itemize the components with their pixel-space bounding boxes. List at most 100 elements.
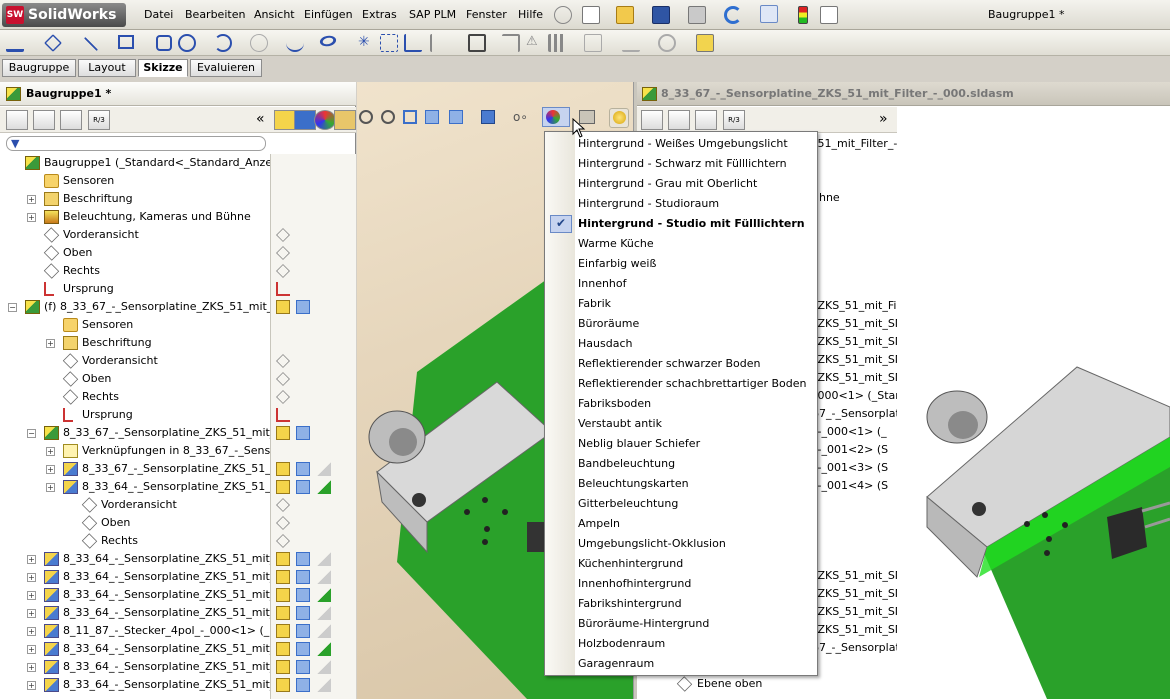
- menu-bearbeiten[interactable]: Bearbeiten: [185, 8, 245, 21]
- right-tree-item-label[interactable]: _-_001<4> (S: [812, 477, 888, 495]
- undo-icon[interactable]: [724, 6, 742, 24]
- expand-chevron-icon[interactable]: »: [879, 111, 888, 127]
- scene-menu-item[interactable]: Hausdach: [545, 334, 817, 354]
- appearance-display-icon[interactable]: [317, 678, 331, 692]
- tab-skizze[interactable]: Skizze: [138, 59, 188, 77]
- tree-row[interactable]: +8_33_64_-_Sensorplatine_ZKS_51_mit_SM: [0, 658, 270, 676]
- display-mode-icon[interactable]: [296, 570, 310, 584]
- display-tab-color-icon[interactable]: [314, 110, 336, 130]
- scene-menu-item[interactable]: Innenhof: [545, 274, 817, 294]
- display-manager-tab[interactable]: R/3: [723, 110, 745, 130]
- polygon-icon[interactable]: [156, 35, 172, 51]
- expand-icon[interactable]: +: [27, 213, 36, 222]
- scene-menu-item[interactable]: Verstaubt antik: [545, 414, 817, 434]
- tree-row[interactable]: Vorderansicht: [0, 352, 270, 370]
- right-tree-item-label[interactable]: _-_001<3> (S: [812, 459, 888, 477]
- appearance-display-icon[interactable]: [317, 642, 331, 656]
- tree-row[interactable]: Rechts: [0, 262, 270, 280]
- scene-menu-item[interactable]: Hintergrund - Schwarz mit Fülllichtern: [545, 154, 817, 174]
- expand-icon[interactable]: +: [46, 483, 55, 492]
- scene-menu-item[interactable]: Reflektierender schachbrettartiger Boden: [545, 374, 817, 394]
- right-tree-item-label[interactable]: 67_-_Sensorplati: [812, 405, 903, 423]
- scene-menu-item[interactable]: Büroräume-Hintergrund: [545, 614, 817, 634]
- repair-sketch-icon[interactable]: [622, 34, 640, 52]
- tree-row[interactable]: Ursprung: [0, 280, 270, 298]
- tree-row[interactable]: +8_33_64_-_Sensorplatine_ZKS_51_mit_SM: [0, 586, 270, 604]
- appearance-display-icon[interactable]: [317, 588, 331, 602]
- collapse-icon[interactable]: −: [27, 429, 36, 438]
- line-icon[interactable]: [83, 36, 99, 52]
- display-mode-icon[interactable]: [296, 300, 310, 314]
- ellipse-icon[interactable]: [317, 33, 339, 49]
- spline-icon[interactable]: [286, 34, 304, 52]
- graphics-area-right[interactable]: [897, 107, 1170, 699]
- expand-icon[interactable]: +: [27, 573, 36, 582]
- select-pointer-icon[interactable]: [760, 5, 778, 23]
- display-tab-display-style-icon[interactable]: [294, 110, 316, 130]
- tab-baugruppe[interactable]: Baugruppe: [2, 59, 76, 77]
- expand-icon[interactable]: +: [27, 645, 36, 654]
- tree-row[interactable]: +8_33_64_-_Sensorplatine_ZKS_51_mit_SM: [0, 568, 270, 586]
- menu-datei[interactable]: Datei: [144, 8, 173, 21]
- circle-icon[interactable]: [178, 34, 196, 52]
- scene-menu-item[interactable]: Fabriksboden: [545, 394, 817, 414]
- display-mode-icon[interactable]: [296, 480, 310, 494]
- tree-row[interactable]: − (f) 8_33_67_-_Sensorplatine_ZKS_51_mit_…: [0, 298, 270, 316]
- display-mode-icon[interactable]: [296, 588, 310, 602]
- tree-row[interactable]: Oben: [0, 244, 270, 262]
- appearance-display-icon[interactable]: [317, 606, 331, 620]
- scene-menu-item[interactable]: Einfarbig weiß: [545, 254, 817, 274]
- quick-snaps-icon[interactable]: [658, 34, 676, 52]
- tree-row[interactable]: Sensoren: [0, 316, 270, 334]
- linear-pattern-icon[interactable]: [548, 34, 566, 52]
- appearance-display-icon[interactable]: [317, 624, 331, 638]
- expand-icon[interactable]: +: [46, 339, 55, 348]
- construction-geometry-icon[interactable]: [380, 34, 398, 52]
- menu-fenster[interactable]: Fenster: [466, 8, 507, 21]
- offset-entities-icon[interactable]: [502, 34, 520, 52]
- fillet-icon[interactable]: [250, 34, 268, 52]
- tree-row[interactable]: +8_33_64_-_Sensorplatine_ZKS_51_mit_SM: [0, 640, 270, 658]
- display-mode-icon[interactable]: [296, 426, 310, 440]
- scene-menu-item[interactable]: Reflektierender schwarzer Boden: [545, 354, 817, 374]
- tree-row[interactable]: Oben: [0, 514, 270, 532]
- tree-row[interactable]: Rechts: [0, 388, 270, 406]
- menu-ansicht[interactable]: Ansicht: [254, 8, 295, 21]
- tree-row[interactable]: + Verknüpfungen in 8_33_67_-_Sensorpl: [0, 442, 270, 460]
- smart-dimension-icon[interactable]: [44, 34, 62, 52]
- tab-evaluieren[interactable]: Evaluieren: [190, 59, 262, 77]
- collapse-icon[interactable]: −: [8, 303, 17, 312]
- scene-menu-item[interactable]: Garagenraum: [545, 654, 817, 674]
- pin-icon[interactable]: [554, 6, 572, 24]
- right-tree-item-label[interactable]: _51_mit_Filter_-_0: [812, 135, 910, 153]
- expand-icon[interactable]: +: [27, 609, 36, 618]
- open-folder-icon[interactable]: [616, 6, 634, 24]
- right-tree-item-label[interactable]: _-_000<1> (_: [812, 423, 887, 441]
- trim-icon[interactable]: [404, 34, 422, 52]
- tree-row[interactable]: +8_33_64_-_Sensorplatine_ZKS_51_mit_SM: [0, 676, 270, 694]
- appearance-display-icon[interactable]: [317, 480, 331, 494]
- display-relations-icon[interactable]: ⚠: [526, 34, 544, 52]
- appearance-display-icon[interactable]: [317, 660, 331, 674]
- scene-menu-item[interactable]: Umgebungslicht-Okklusion: [545, 534, 817, 554]
- scene-menu-item[interactable]: Gitterbeleuchtung: [545, 494, 817, 514]
- tree-row[interactable]: Baugruppe1 (_Standard<_Standard_Anzeiges…: [0, 154, 270, 172]
- menu-sap-plm[interactable]: SAP PLM: [409, 8, 456, 21]
- configuration-manager-tab[interactable]: [60, 110, 82, 130]
- display-tab-scene-icon[interactable]: [334, 110, 356, 130]
- print-icon[interactable]: [688, 6, 706, 24]
- tree-row[interactable]: − 8_33_67_-_Sensorplatine_ZKS_51_mit_Filt: [0, 424, 270, 442]
- tree-row[interactable]: + Beschriftung: [0, 334, 270, 352]
- tree-row[interactable]: + Beleuchtung, Kameras und Bühne: [0, 208, 270, 226]
- tree-row[interactable]: +8_33_67_-_Sensorplatine_ZKS_51_mit: [0, 460, 270, 478]
- expand-icon[interactable]: +: [27, 591, 36, 600]
- menu-einfuegen[interactable]: Einfügen: [304, 8, 353, 21]
- tab-layout[interactable]: Layout: [78, 59, 136, 77]
- tree-row[interactable]: Rechts: [0, 532, 270, 550]
- tree-row[interactable]: Vorderansicht: [0, 496, 270, 514]
- right-tree-item-label[interactable]: 67_-_Sensorplat: [812, 639, 900, 657]
- tree-row[interactable]: Vorderansicht: [0, 226, 270, 244]
- tree-row[interactable]: +8_33_64_-_Sensorplatine_ZKS_51_mit: [0, 478, 270, 496]
- tree-filter-input[interactable]: ▼: [6, 136, 266, 151]
- expand-icon[interactable]: +: [27, 555, 36, 564]
